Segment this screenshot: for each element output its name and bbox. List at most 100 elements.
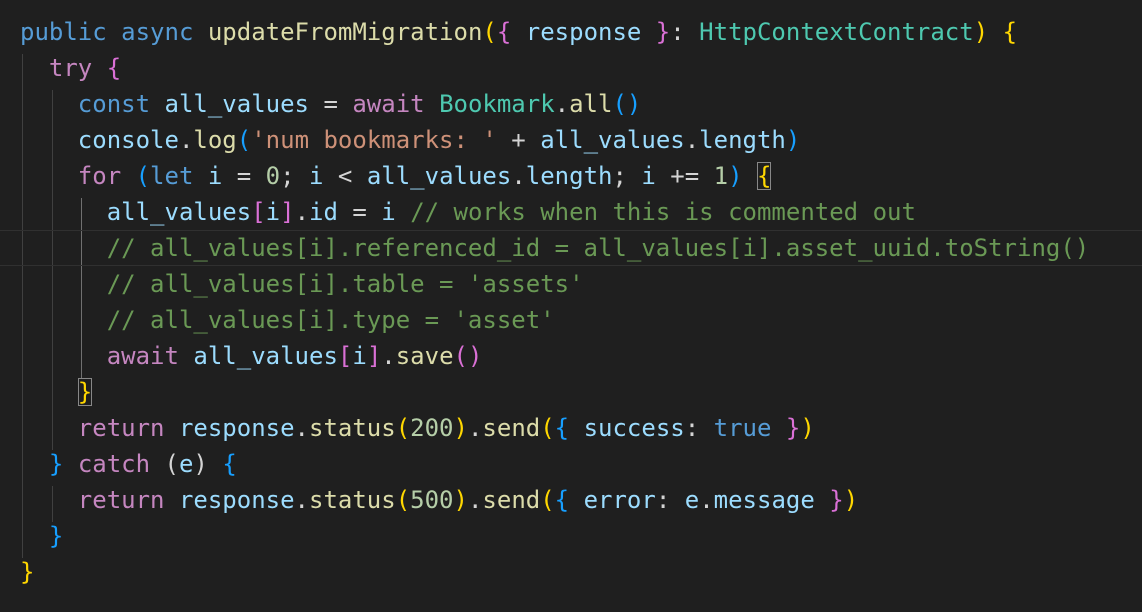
code-token: )	[453, 414, 468, 442]
code-line-text: }	[20, 518, 63, 554]
code-token: updateFromMigration	[207, 18, 483, 46]
code-token: console	[77, 126, 179, 154]
code-line[interactable]: return response.status(500).send({ error…	[0, 482, 1142, 518]
code-token: }	[48, 522, 64, 550]
code-token: [	[337, 342, 353, 370]
code-line[interactable]: // all_values[i].referenced_id = all_val…	[0, 230, 1142, 266]
code-token: 200	[410, 414, 454, 442]
code-token: ;	[612, 162, 642, 190]
code-line[interactable]: all_values[i].id = i // works when this …	[0, 194, 1142, 230]
code-line-text: public async updateFromMigration({ respo…	[20, 14, 1017, 50]
code-token: // all_values[i].referenced_id = all_val…	[106, 234, 1090, 262]
code-token: .	[684, 126, 700, 154]
code-line[interactable]: const all_values = await Bookmark.all()	[0, 86, 1142, 122]
code-line[interactable]: }	[0, 518, 1142, 554]
code-token: Bookmark	[439, 90, 555, 118]
code-token: const	[77, 90, 165, 118]
code-token: id	[309, 198, 338, 226]
code-token: +	[496, 126, 541, 154]
code-token: all_values	[540, 126, 685, 154]
code-token: // all_values[i].type = 'asset'	[106, 306, 555, 334]
code-token: }	[641, 18, 671, 46]
code-line-text: }	[20, 554, 34, 590]
code-line-text: // all_values[i].referenced_id = all_val…	[20, 231, 1090, 265]
code-token: await	[352, 90, 440, 118]
code-token: .	[467, 414, 483, 442]
code-token: length	[699, 126, 786, 154]
code-line[interactable]: await all_values[i].save()	[0, 338, 1142, 374]
code-token: :	[655, 486, 685, 514]
code-token: =	[337, 198, 382, 226]
code-token: :	[684, 414, 714, 442]
code-line[interactable]: // all_values[i].type = 'asset'	[0, 302, 1142, 338]
code-line[interactable]: public async updateFromMigration({ respo…	[0, 14, 1142, 50]
code-token: (	[164, 450, 179, 478]
code-token: send	[482, 486, 541, 514]
code-line-text: // all_values[i].table = 'assets'	[20, 266, 584, 302]
code-token: )	[453, 486, 468, 514]
code-token: {	[554, 414, 584, 442]
code-token: success	[583, 414, 685, 442]
code-line-text: const all_values = await Bookmark.all()	[20, 86, 642, 122]
code-line[interactable]: // all_values[i].table = 'assets'	[0, 266, 1142, 302]
code-token: }	[814, 486, 844, 514]
code-token: }	[20, 558, 35, 586]
code-token: return	[77, 414, 179, 442]
code-token: (	[540, 414, 555, 442]
code-line-text: for (let i = 0; i < all_values.length; i…	[20, 158, 772, 194]
code-line-text: // all_values[i].type = 'asset'	[20, 302, 555, 338]
code-token: {	[1002, 18, 1018, 46]
code-token: // works when this is commented out	[410, 198, 916, 226]
matched-bracket: {	[757, 162, 772, 190]
code-editor[interactable]: public async updateFromMigration({ respo…	[0, 0, 1142, 612]
code-token: .	[294, 198, 310, 226]
code-token: 1	[713, 162, 729, 190]
code-token: response	[525, 18, 642, 46]
code-token: message	[713, 486, 815, 514]
code-token: HttpContextContract	[699, 18, 974, 46]
code-line[interactable]: console.log('num bookmarks: ' + all_valu…	[0, 122, 1142, 158]
code-token: ]	[366, 342, 382, 370]
code-token: let	[150, 162, 208, 190]
code-token: .	[511, 162, 526, 190]
code-line[interactable]: }	[0, 374, 1142, 410]
code-line-text: await all_values[i].save()	[20, 338, 483, 374]
code-token: public	[20, 18, 122, 46]
code-line[interactable]: return response.status(200).send({ succe…	[0, 410, 1142, 446]
code-token: ;	[280, 162, 310, 190]
code-token: [	[251, 198, 266, 226]
code-line-text: console.log('num bookmarks: ' + all_valu…	[20, 122, 801, 158]
code-token: .	[554, 90, 570, 118]
code-token: i	[207, 162, 223, 190]
code-token: (	[482, 18, 497, 46]
code-line-text: all_values[i].id = i // works when this …	[20, 194, 916, 230]
code-token: (	[135, 162, 151, 190]
code-line-text: } catch (e) {	[20, 446, 237, 482]
code-token: {	[554, 486, 584, 514]
code-token: true	[713, 414, 772, 442]
code-token: 0	[265, 162, 281, 190]
code-token: log	[193, 126, 237, 154]
code-line[interactable]: try {	[0, 50, 1142, 86]
code-line[interactable]: } catch (e) {	[0, 446, 1142, 482]
code-token: .	[381, 342, 396, 370]
code-token: :	[670, 18, 700, 46]
code-line[interactable]: for (let i = 0; i < all_values.length; i…	[0, 158, 1142, 194]
code-token: }	[771, 414, 801, 442]
code-token: send	[482, 414, 541, 442]
code-line[interactable]: }	[0, 554, 1142, 590]
code-token: ()	[612, 90, 642, 118]
code-token: )	[785, 126, 801, 154]
